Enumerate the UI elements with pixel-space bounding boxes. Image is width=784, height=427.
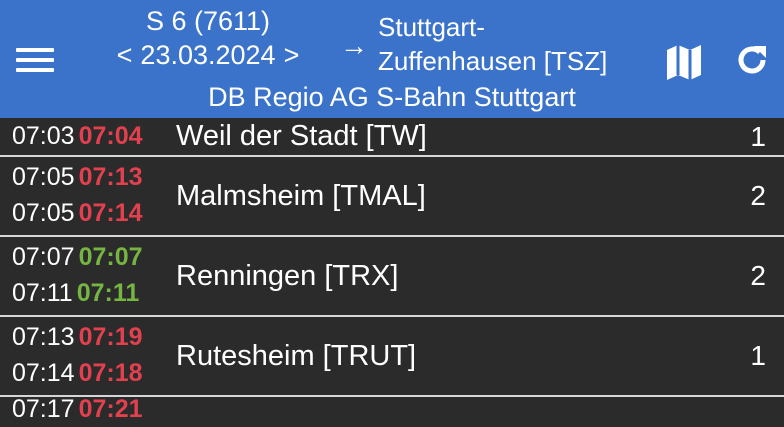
stop-times: 07:03 07:04 — [12, 118, 172, 155]
train-name: S 6 (7611) — [145, 6, 271, 36]
realtime-arrival: 07:04 — [78, 122, 143, 150]
menu-icon-bar — [16, 48, 54, 52]
realtime-departure: 07:11 — [76, 279, 140, 307]
platform-number: 2 — [750, 180, 766, 211]
list-item[interactable]: 07:13 07:19 07:14 07:18 Rutesheim [TRUT] 1 — [0, 317, 784, 397]
menu-icon-bar — [16, 68, 54, 72]
map-icon — [667, 45, 701, 80]
list-item[interactable]: 07:03 07:04 Weil der Stadt [TW] 1 — [0, 118, 784, 157]
station-name: Renningen [TRX] — [176, 260, 399, 292]
station-name: Weil der Stadt [TW] — [176, 120, 427, 152]
realtime-departure: 07:14 — [78, 199, 143, 227]
app-header: S 6 (7611) <23.03.2024 > → Stuttgart- Zuf… — [0, 0, 784, 118]
scheduled-departure: 07:14 — [12, 359, 75, 387]
stop-times: 07:17 07:21 — [12, 391, 172, 427]
list-item[interactable]: 07:05 07:13 07:05 07:14 Malmsheim [TMAL] 2 — [0, 157, 784, 237]
list-item[interactable]: 07:07 07:07 07:11 07:11 Renningen [TRX] 2 — [0, 237, 784, 317]
realtime-arrival: 07:21 — [78, 395, 143, 423]
list-item[interactable]: 07:17 07:21 — [0, 395, 784, 423]
refresh-icon — [738, 46, 766, 74]
stop-times: 07:13 07:19 07:14 07:18 — [12, 319, 172, 391]
map-button[interactable] — [664, 42, 704, 82]
scheduled-departure: 07:05 — [12, 199, 75, 227]
realtime-departure: 07:18 — [78, 359, 143, 387]
next-day-button[interactable]: > — [276, 40, 308, 70]
destination-line-1: Stuttgart- — [378, 12, 485, 42]
stop-times: 07:07 07:07 07:11 07:11 — [12, 239, 172, 311]
scheduled-arrival: 07:05 — [12, 163, 75, 191]
station-name: Malmsheim [TMAL] — [176, 180, 426, 212]
scheduled-arrival: 07:07 — [12, 243, 75, 271]
platform-number: 1 — [750, 340, 766, 371]
realtime-arrival: 07:13 — [78, 163, 143, 191]
scheduled-arrival: 07:17 — [12, 395, 75, 423]
realtime-arrival: 07:19 — [78, 323, 143, 351]
stop-list: 07:03 07:04 Weil der Stadt [TW] 1 07:05 07… — [0, 118, 784, 423]
destination: Stuttgart- Zuffenhausen [TSZ] — [378, 10, 638, 78]
scheduled-arrival: 07:13 — [12, 323, 75, 351]
stop-times: 07:05 07:13 07:05 07:14 — [12, 159, 172, 231]
refresh-button[interactable] — [734, 42, 770, 78]
direction-arrow-icon: → — [340, 30, 368, 61]
date-selector: <23.03.2024 > — [104, 38, 312, 72]
date-label: 23.03.2024 — [140, 40, 276, 70]
hamburger-menu-button[interactable] — [14, 44, 56, 76]
previous-day-button[interactable]: < — [109, 40, 141, 70]
platform-number: 2 — [750, 260, 766, 291]
train-info: S 6 (7611) <23.03.2024 > — [104, 4, 312, 72]
platform-number: 1 — [750, 121, 766, 152]
station-name: Rutesheim [TRUT] — [176, 340, 417, 372]
operator-name: DB Regio AG S-Bahn Stuttgart — [208, 82, 576, 112]
scheduled-arrival: 07:03 — [12, 122, 75, 150]
scheduled-departure: 07:11 — [12, 279, 73, 307]
menu-icon-bar — [16, 58, 54, 62]
destination-line-2: Zuffenhausen [TSZ] — [378, 46, 608, 76]
realtime-arrival: 07:07 — [78, 243, 143, 271]
